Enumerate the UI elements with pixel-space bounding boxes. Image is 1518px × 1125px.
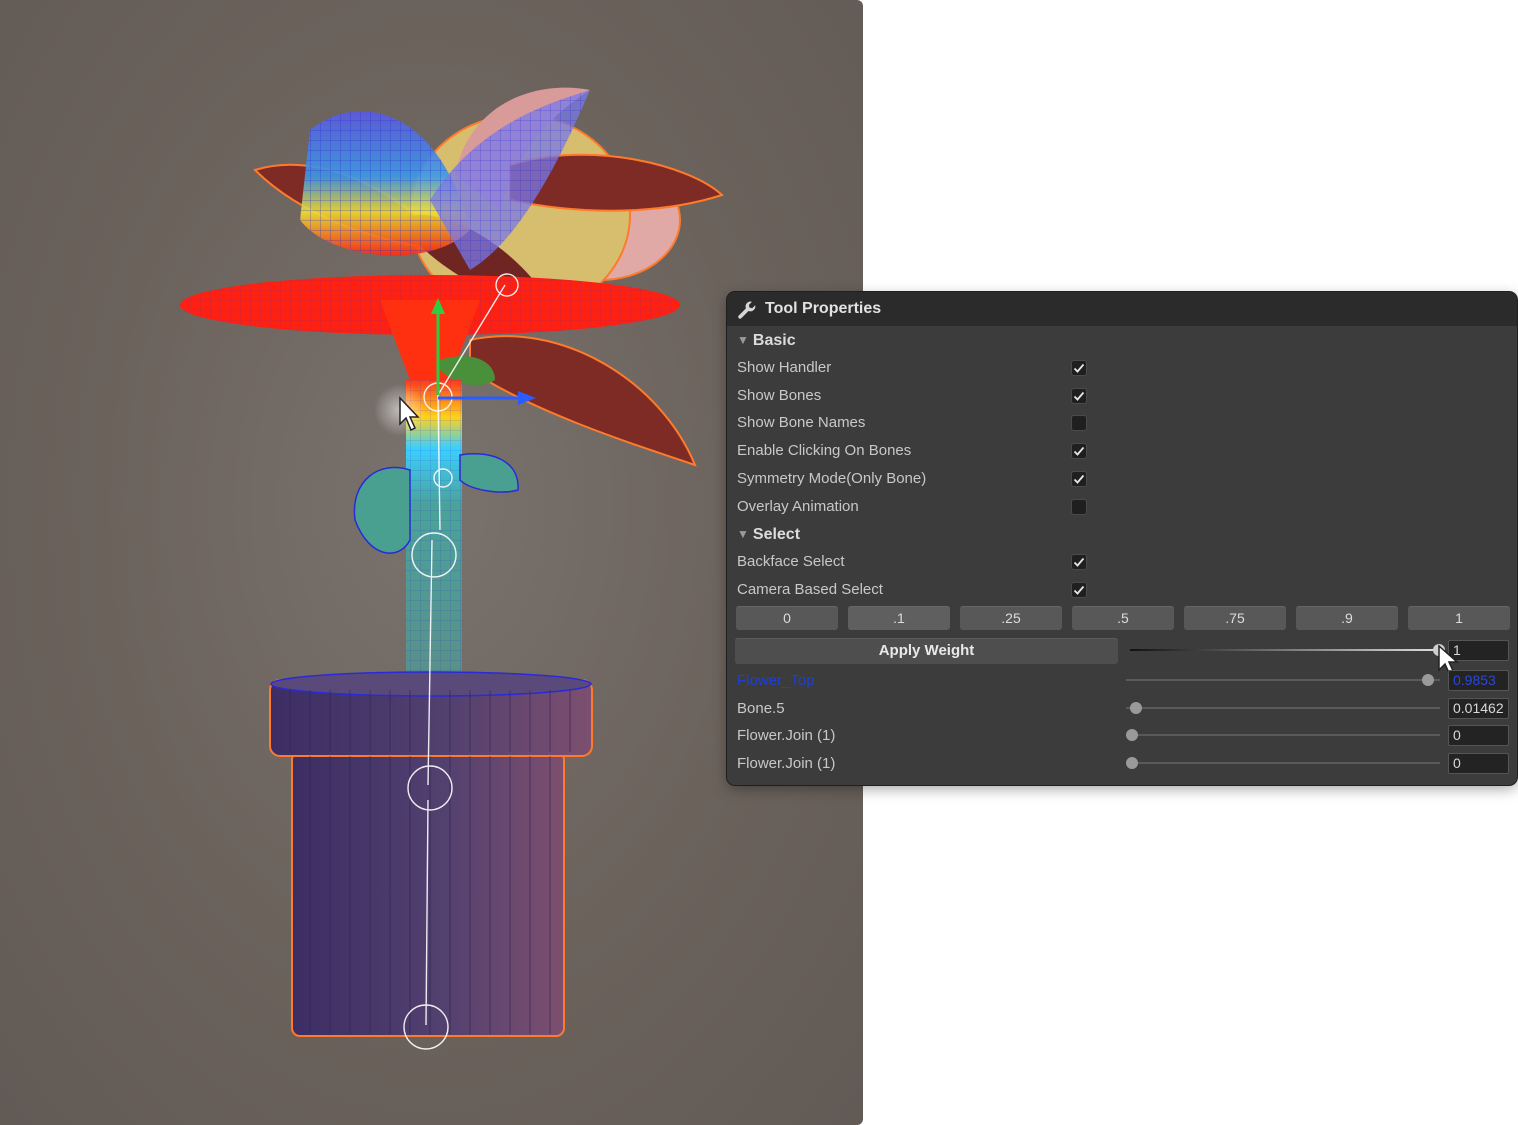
bone-name[interactable]: Bone.5 (737, 700, 785, 717)
bone-weight-slider-track[interactable] (1126, 761, 1440, 764)
checkbox-unchecked[interactable] (1071, 498, 1087, 515)
option-label-basic_options-4: Symmetry Mode(Only Bone) (737, 469, 927, 487)
checkbox-checked[interactable] (1071, 554, 1087, 570)
bone-weight-slider-track[interactable] (1126, 734, 1440, 736)
bone-name[interactable]: Flower_Top (737, 672, 815, 689)
section-basic[interactable]: ▼ Basic (737, 332, 796, 350)
collapse-triangle-icon: ▼ (737, 333, 749, 347)
bone-weight-value-field[interactable]: 0 (1448, 752, 1509, 774)
option-label-select_options-0: Backface Select (737, 553, 845, 570)
checkbox-unchecked[interactable] (1071, 415, 1087, 432)
option-label-basic_options-1: Show Bones (737, 386, 822, 404)
checkbox-checked[interactable] (1071, 581, 1087, 598)
bone-weight-value-field[interactable]: 0 (1448, 725, 1509, 746)
option-label-basic_options-0: Show Handler (737, 359, 832, 376)
weight-preset-button[interactable]: .1 (848, 606, 950, 630)
checkbox-checked[interactable] (1071, 470, 1087, 487)
bone-weight-slider-handle[interactable] (1421, 674, 1434, 686)
bone-weight-slider-handle[interactable] (1126, 729, 1138, 741)
bone-weight-slider-handle[interactable] (1130, 701, 1143, 714)
checkbox-checked[interactable] (1071, 387, 1087, 404)
collapse-triangle-icon: ▼ (737, 527, 749, 541)
option-label-select_options-1: Camera Based Select (737, 580, 883, 598)
apply-weight-slider-track[interactable] (1130, 649, 1436, 651)
bone-weight-slider-track[interactable] (1126, 679, 1440, 681)
option-label-basic_options-5: Overlay Animation (737, 497, 859, 515)
option-label-basic_options-2: Show Bone Names (737, 414, 866, 432)
panel-titlebar: Tool Properties (727, 292, 1517, 326)
option-label-basic_options-3: Enable Clicking On Bones (737, 442, 912, 460)
panel-title: Tool Properties (765, 300, 882, 317)
weight-preset-button[interactable]: 0 (736, 606, 838, 630)
bone-weight-value-field[interactable]: 0.01462 (1448, 697, 1509, 719)
bone-weight-slider-handle[interactable] (1126, 756, 1138, 769)
apply-weight-button[interactable]: Apply Weight (735, 638, 1118, 664)
bone-name[interactable]: Flower.Join (1) (737, 727, 835, 744)
weight-preset-button[interactable]: .9 (1296, 606, 1398, 630)
wrench-icon (738, 301, 756, 319)
bone-weight-slider-track[interactable] (1126, 706, 1440, 709)
weight-preset-button[interactable]: .5 (1072, 606, 1174, 630)
bone-weight-value-field[interactable]: 0.9853 (1448, 670, 1509, 691)
weight-preset-button[interactable]: .25 (960, 606, 1062, 630)
weight-preset-button[interactable]: 1 (1408, 606, 1510, 630)
checkbox-checked[interactable] (1071, 443, 1087, 460)
checkbox-checked[interactable] (1071, 360, 1087, 376)
section-select[interactable]: ▼ Select (737, 526, 800, 544)
weight-preset-button[interactable]: .75 (1184, 606, 1286, 630)
tool-properties-panel: Tool Properties ▼ Basic Show Handler Show … (727, 292, 1517, 785)
bone-name[interactable]: Flower.Join (1) (737, 755, 835, 772)
